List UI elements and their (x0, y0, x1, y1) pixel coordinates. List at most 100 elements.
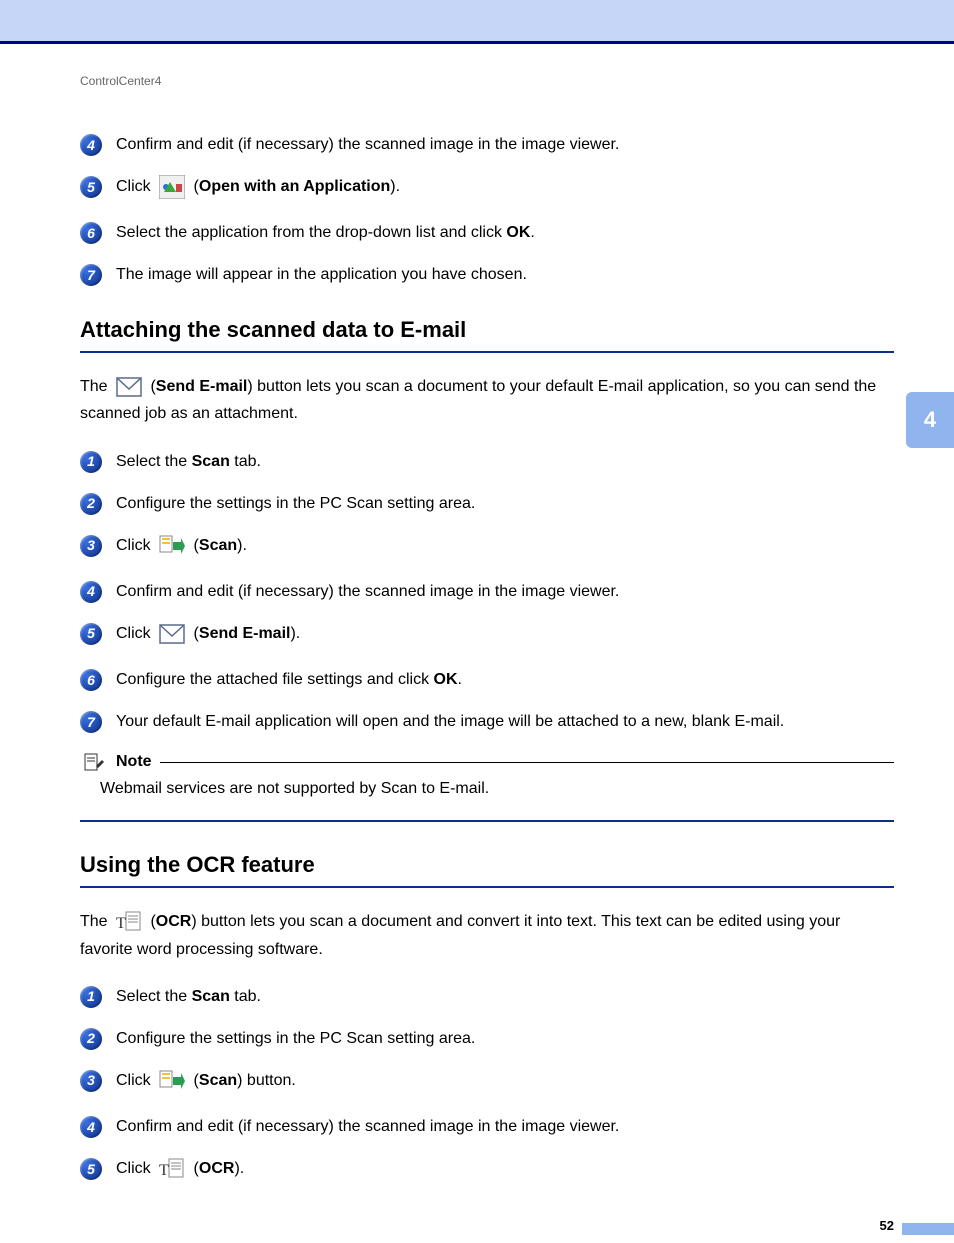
text-fragment: Select the (116, 988, 192, 1005)
chapter-side-tab: 4 (906, 392, 954, 448)
svg-text:T: T (159, 1162, 169, 1179)
text-fragment: Select the (116, 453, 192, 470)
text-fragment: ) button lets you scan a document and co… (80, 913, 840, 957)
note-body: Webmail services are not supported by Sc… (80, 778, 894, 800)
note-pencil-icon (84, 752, 104, 772)
step-badge: 4 (80, 581, 102, 603)
step-text: Confirm and edit (if necessary) the scan… (116, 580, 894, 604)
section-heading-ocr: Using the OCR feature (80, 852, 894, 878)
text-bold: OCR (156, 913, 192, 930)
envelope-icon (159, 622, 185, 646)
step-4: 4 Confirm and edit (if necessary) the sc… (80, 133, 894, 157)
step-badge: 1 (80, 451, 102, 473)
text-bold: OCR (199, 1160, 235, 1177)
open-with-app-icon (159, 175, 185, 199)
text-fragment: ). (390, 178, 400, 195)
text-fragment: Configure the attached file settings and… (116, 671, 434, 688)
step-text: Click T (OCR). (116, 1157, 894, 1181)
text-fragment: The (80, 378, 112, 395)
text-bold: Send E-mail (199, 625, 291, 642)
text-fragment: Click (116, 537, 155, 554)
step-text: Click (Scan). (116, 534, 894, 558)
step-badge: 3 (80, 535, 102, 557)
step-badge: 6 (80, 222, 102, 244)
step-badge: 2 (80, 493, 102, 515)
step-badge: 5 (80, 1158, 102, 1180)
text-fragment: . (458, 671, 462, 688)
text-bold: OK (506, 224, 530, 241)
text-fragment: The (80, 913, 112, 930)
note-label: Note (116, 753, 152, 771)
section-heading-email: Attaching the scanned data to E-mail (80, 317, 894, 343)
step-badge: 2 (80, 1028, 102, 1050)
text-bold: Open with an Application (199, 178, 390, 195)
text-bold: Scan (199, 537, 237, 554)
ocr-step-1: 1 Select the Scan tab. (80, 985, 894, 1009)
text-bold: OK (434, 671, 458, 688)
step-text: Click (Scan) button. (116, 1069, 894, 1093)
step-badge: 5 (80, 176, 102, 198)
ocr-step-3: 3 Click (Scan) button. (80, 1069, 894, 1093)
text-fragment: ). (234, 1160, 244, 1177)
text-fragment: ). (237, 537, 247, 554)
email-step-6: 6 Configure the attached file settings a… (80, 668, 894, 692)
step-badge: 1 (80, 986, 102, 1008)
ocr-icon: T (159, 1157, 185, 1181)
email-step-3: 3 Click (Scan). (80, 534, 894, 558)
text-fragment: tab. (230, 988, 261, 1005)
text-fragment: Click (116, 1072, 155, 1089)
step-badge: 7 (80, 711, 102, 733)
step-text: Click (Send E-mail). (116, 622, 894, 646)
header-band (0, 0, 954, 44)
step-badge: 5 (80, 623, 102, 645)
scan-icon (159, 1069, 185, 1093)
email-step-5: 5 Click (Send E-mail). (80, 622, 894, 646)
step-text: Configure the attached file settings and… (116, 668, 894, 692)
step-text: Configure the settings in the PC Scan se… (116, 1027, 894, 1051)
text-bold: Scan (192, 988, 230, 1005)
step-badge: 3 (80, 1070, 102, 1092)
text-fragment: tab. (230, 453, 261, 470)
text-fragment: Click (116, 1160, 155, 1177)
ocr-icon: T (116, 910, 142, 934)
scan-icon (159, 534, 185, 558)
step-5: 5 Click (Open with an Application). (80, 175, 894, 199)
step-text: Select the Scan tab. (116, 450, 894, 474)
text-bold: Scan (192, 453, 230, 470)
step-text: The image will appear in the application… (116, 263, 894, 287)
running-head: ControlCenter4 (80, 74, 894, 88)
ocr-step-4: 4 Confirm and edit (if necessary) the sc… (80, 1115, 894, 1139)
email-step-4: 4 Confirm and edit (if necessary) the sc… (80, 580, 894, 604)
page-number: 52 (880, 1218, 894, 1233)
ocr-step-5: 5 Click T (OCR). (80, 1157, 894, 1181)
step-badge: 7 (80, 264, 102, 286)
email-step-1: 1 Select the Scan tab. (80, 450, 894, 474)
step-badge: 4 (80, 1116, 102, 1138)
email-step-7: 7 Your default E-mail application will o… (80, 710, 894, 734)
text-bold: Send E-mail (156, 378, 248, 395)
text-fragment: Select the application from the drop-dow… (116, 224, 506, 241)
text-fragment: ) button. (237, 1072, 296, 1089)
text-bold: Scan (199, 1072, 237, 1089)
ocr-step-2: 2 Configure the settings in the PC Scan … (80, 1027, 894, 1051)
text-fragment: Click (116, 625, 155, 642)
step-badge: 4 (80, 134, 102, 156)
step-6: 6 Select the application from the drop-d… (80, 221, 894, 245)
step-text: Select the Scan tab. (116, 985, 894, 1009)
text-fragment: Click (116, 178, 155, 195)
step-text: Confirm and edit (if necessary) the scan… (116, 133, 894, 157)
step-text: Confirm and edit (if necessary) the scan… (116, 1115, 894, 1139)
step-7: 7 The image will appear in the applicati… (80, 263, 894, 287)
email-intro: The (Send E-mail) button lets you scan a… (80, 373, 894, 427)
heading-rule (80, 886, 894, 888)
note-rule (160, 762, 894, 763)
step-text: Click (Open with an Application). (116, 175, 894, 199)
note-box: Note Webmail services are not supported … (80, 752, 894, 800)
envelope-icon (116, 375, 142, 399)
text-fragment: . (530, 224, 534, 241)
step-badge: 6 (80, 669, 102, 691)
step-text: Select the application from the drop-dow… (116, 221, 894, 245)
ocr-intro: The T (OCR) button lets you scan a docum… (80, 908, 894, 962)
email-step-2: 2 Configure the settings in the PC Scan … (80, 492, 894, 516)
page-corner-tab (902, 1223, 954, 1235)
